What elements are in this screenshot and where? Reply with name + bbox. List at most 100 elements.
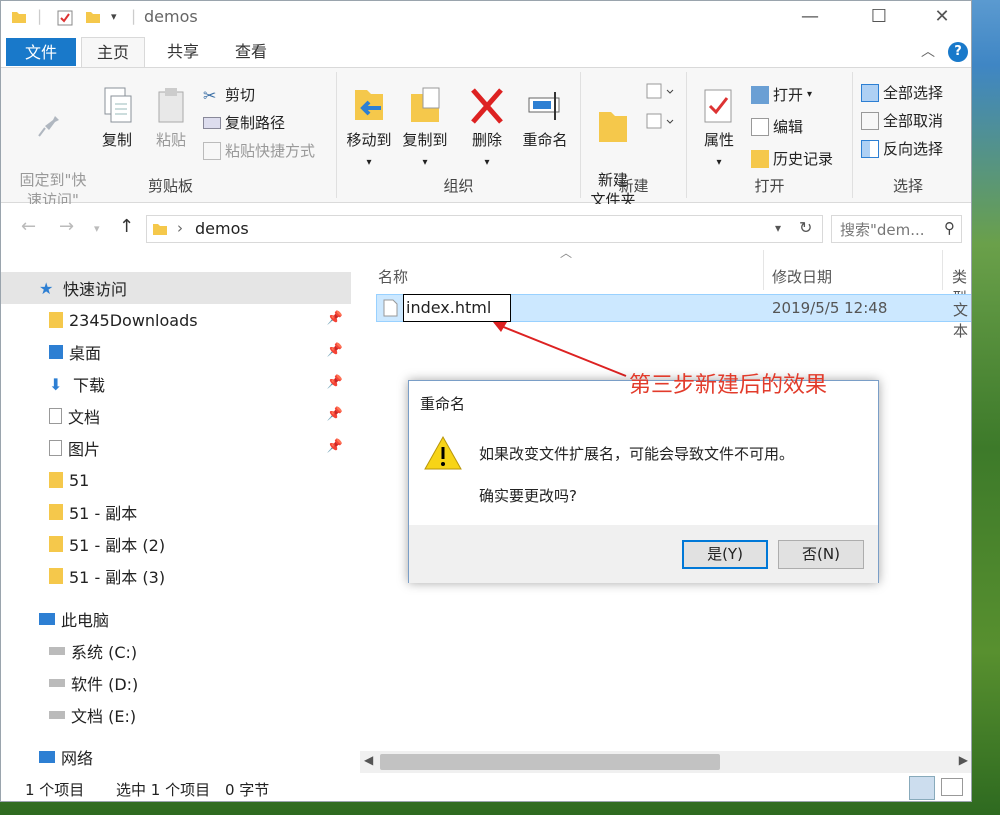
select-group-label: 选择: [892, 177, 923, 195]
maximize-button[interactable]: ☐: [856, 3, 902, 33]
download-icon: ⬇: [49, 375, 63, 394]
scrollbar-thumb[interactable]: [380, 754, 720, 770]
select-all-icon: [861, 83, 879, 102]
delete-x-icon: [471, 88, 503, 124]
item-count: 1 个项目: [25, 781, 85, 799]
pin-icon: 📌: [326, 343, 343, 358]
recent-locations-icon[interactable]: ▾: [94, 222, 100, 235]
sidebar-item-this-pc[interactable]: 此电脑: [1, 603, 351, 635]
tab-home[interactable]: 主页: [81, 37, 145, 69]
dialog-question: 确实要更改吗?: [479, 487, 577, 505]
paste-button[interactable]: 粘贴: [149, 86, 193, 150]
copy-to-icon: [411, 87, 440, 122]
tab-view[interactable]: 查看: [221, 37, 281, 67]
column-header-name[interactable]: 名称: [378, 266, 408, 287]
easy-access-icon[interactable]: [645, 112, 677, 132]
ribbon-tabs: 文件 主页 共享 查看 ︿ ?: [1, 35, 971, 69]
status-bar: 1 个项目 选中 1 个项目 0 字节: [1, 773, 971, 801]
drive-icon: [49, 647, 65, 655]
scroll-left-icon[interactable]: ◀: [364, 753, 373, 767]
chevron-down-icon: ▾: [484, 157, 490, 168]
history-icon: [751, 149, 769, 168]
sidebar-item-drive[interactable]: 文档 (E:): [1, 699, 351, 731]
sidebar-item[interactable]: 桌面 📌: [1, 336, 351, 368]
customize-toolbar-icon[interactable]: ▾: [111, 10, 117, 23]
pictures-icon: [49, 440, 62, 456]
minimize-button[interactable]: —: [787, 3, 833, 33]
sidebar-item-network[interactable]: 网络: [1, 741, 351, 773]
up-icon[interactable]: ↑: [119, 216, 134, 237]
column-header-modified[interactable]: 修改日期: [772, 266, 832, 287]
new-item-icon[interactable]: [645, 82, 677, 102]
address-dropdown-icon[interactable]: ▾: [775, 221, 781, 235]
scroll-right-icon[interactable]: ▶: [959, 753, 968, 767]
sidebar-item[interactable]: 51 - 副本 (2): [1, 528, 351, 560]
column-divider: [763, 250, 764, 290]
sidebar-item[interactable]: 51 - 副本: [1, 496, 351, 528]
rename-button[interactable]: 重命名: [517, 86, 573, 150]
help-icon[interactable]: ?: [948, 42, 968, 62]
title-bar: | ▾ | demos — ☐ ✕: [1, 1, 971, 35]
copy-to-button[interactable]: 复制到 ▾: [397, 86, 453, 173]
refresh-icon[interactable]: ↻: [799, 218, 812, 237]
pin-icon: [38, 110, 59, 137]
tab-file[interactable]: 文件: [6, 38, 76, 66]
move-to-button[interactable]: 移动到 ▾: [341, 86, 397, 173]
large-icons-view-icon[interactable]: [941, 778, 963, 796]
organize-group: 移动到 ▾ 复制到 ▾ 删除 ▾ 重命名 组织: [337, 72, 581, 198]
folder-icon: [49, 536, 63, 552]
sidebar-item-drive[interactable]: 系统 (C:): [1, 635, 351, 667]
properties-button[interactable]: 属性 ▾: [695, 86, 743, 173]
invert-selection-button[interactable]: 反向选择: [861, 138, 943, 159]
open-group-label: 打开: [754, 177, 785, 195]
new-folder-icon[interactable]: [85, 9, 101, 25]
search-input[interactable]: 搜索"dem... ⚲: [831, 215, 962, 243]
sidebar-item[interactable]: ⬇ 下载 📌: [1, 368, 351, 400]
file-modified: 2019/5/5 12:48: [772, 299, 888, 317]
folder-icon: [49, 472, 63, 488]
delete-button[interactable]: 删除 ▾: [465, 86, 509, 173]
breadcrumb-demos[interactable]: demos: [195, 219, 249, 238]
forward-icon[interactable]: →: [59, 216, 74, 237]
select-all-button[interactable]: 全部选择: [861, 82, 943, 103]
open-button[interactable]: 打开 ▾: [751, 84, 812, 105]
copy-icon: [104, 87, 132, 123]
collapse-ribbon-icon[interactable]: ︿: [921, 41, 935, 61]
copy-button[interactable]: 复制: [95, 86, 139, 150]
sidebar-item[interactable]: 51 - 副本 (3): [1, 560, 351, 592]
sidebar-item-quick-access[interactable]: ★ 快速访问: [1, 272, 351, 304]
warning-icon: [424, 435, 462, 470]
properties-check-icon[interactable]: [56, 9, 74, 27]
breadcrumb-chevron-icon: ›: [177, 219, 183, 237]
sidebar-item[interactable]: 文档 📌: [1, 400, 351, 432]
sort-ascending-icon: ︿: [560, 246, 573, 260]
back-icon[interactable]: ←: [21, 216, 36, 237]
search-icon: ⚲: [944, 219, 955, 237]
window-title: demos: [144, 7, 198, 26]
chevron-down-icon: ▾: [807, 89, 813, 100]
properties-icon: [704, 89, 732, 123]
yes-button[interactable]: 是(Y): [682, 540, 768, 569]
no-button[interactable]: 否(N): [778, 540, 864, 569]
details-view-icon[interactable]: [909, 776, 935, 800]
new-group-label: 新建: [618, 177, 649, 195]
pin-icon: 📌: [326, 311, 343, 326]
sidebar-item[interactable]: 51: [1, 464, 351, 496]
sidebar-item[interactable]: 2345Downloads 📌: [1, 304, 351, 336]
selected-size: 0 字节: [225, 781, 270, 799]
history-button[interactable]: 历史记录: [751, 148, 833, 169]
select-none-button[interactable]: 全部取消: [861, 110, 943, 131]
edit-button[interactable]: 编辑: [751, 116, 803, 137]
sidebar-item[interactable]: 图片 📌: [1, 432, 351, 464]
paste-shortcut-button[interactable]: 粘贴快捷方式: [203, 140, 315, 161]
folder-icon: [49, 312, 63, 328]
tab-share[interactable]: 共享: [153, 37, 213, 67]
pin-icon: 📌: [326, 375, 343, 390]
address-bar[interactable]: › demos ▾ ↻: [146, 215, 823, 243]
cut-button[interactable]: ✂ 剪切: [203, 84, 255, 105]
horizontal-scrollbar[interactable]: ◀ ▶: [360, 751, 971, 773]
sidebar-item-drive[interactable]: 软件 (D:): [1, 667, 351, 699]
copy-path-button[interactable]: 复制路径: [203, 112, 285, 133]
close-button[interactable]: ✕: [919, 3, 965, 33]
folder-icon[interactable]: [11, 9, 27, 25]
